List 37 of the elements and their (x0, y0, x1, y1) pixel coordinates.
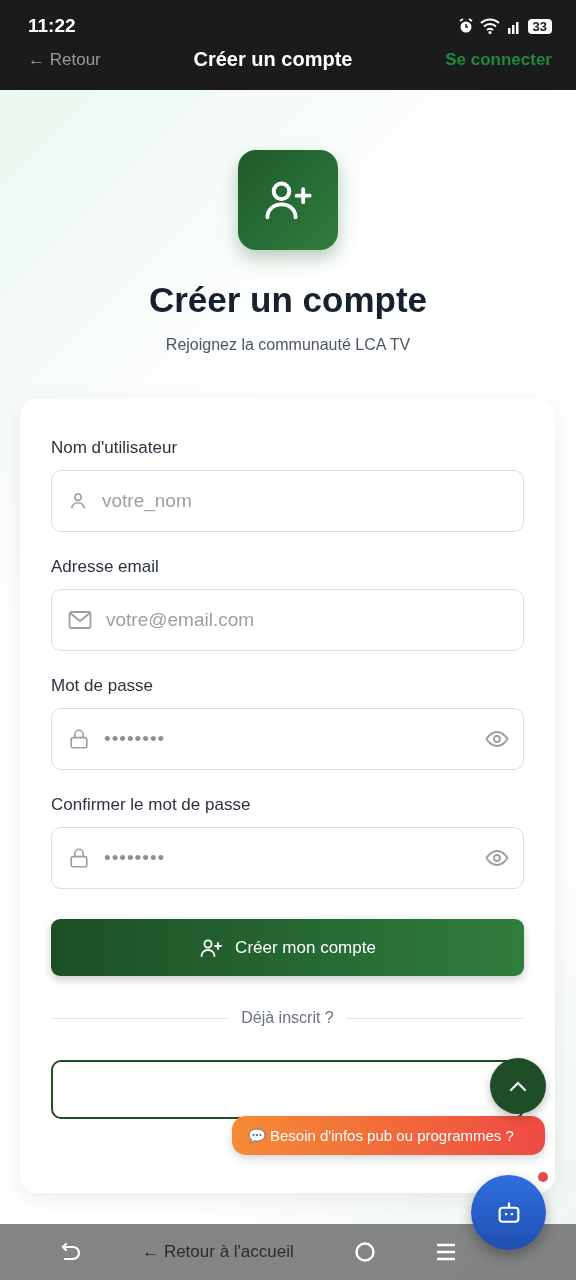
chat-tooltip[interactable]: Besoin d'infos pub ou programmes ? (232, 1116, 545, 1155)
input-field[interactable]: votre@email.com (51, 589, 524, 651)
page-title: Créer un compte (148, 280, 428, 320)
alarm-icon (457, 18, 474, 34)
password-value: •••••••• (104, 847, 166, 869)
input-field[interactable]: •••••••• (51, 827, 524, 889)
wifi-icon (479, 18, 500, 34)
field-label: Adresse email (51, 557, 160, 577)
back-link[interactable]: ← Retour (28, 49, 101, 70)
lock-icon (68, 728, 90, 750)
field-label: Nom d'utilisateur (51, 438, 179, 458)
battery-level: 33 (527, 18, 552, 34)
placeholder-text: votre_nom (102, 490, 192, 512)
chevron-up-icon (509, 1080, 527, 1092)
home-link[interactable]: ← Retour à l'accueil (142, 1242, 294, 1262)
user-icon (68, 491, 88, 511)
eye-icon[interactable] (485, 730, 509, 748)
header-title: Créer un compte (193, 48, 353, 71)
divider-text: Déjà inscrit ? (241, 1009, 334, 1027)
home-circle-icon[interactable] (353, 1241, 376, 1263)
field-label: Mot de passe (51, 676, 155, 696)
page-subtitle: Rejoignez la communauté LCA TV (165, 336, 411, 354)
mail-icon (68, 610, 92, 630)
chat-bubble-icon (248, 1127, 266, 1144)
status-time: 11:22 (28, 15, 76, 37)
lock-icon (68, 847, 90, 869)
placeholder-text: votre@email.com (106, 609, 255, 631)
input-field[interactable]: votre_nom (51, 470, 524, 532)
field-label: Confirmer le mot de passe (51, 795, 252, 815)
login-link[interactable]: Se connecter (445, 49, 552, 70)
eye-icon[interactable] (485, 849, 509, 867)
back-gesture-icon[interactable] (60, 1241, 83, 1263)
menu-icon[interactable] (435, 1242, 456, 1262)
input-field[interactable]: •••••••• (51, 708, 524, 770)
password-value: •••••••• (104, 728, 166, 750)
create-account-button[interactable]: Créer mon compte (51, 919, 524, 976)
tooltip-text: Besoin d'infos pub ou programmes ? (270, 1127, 514, 1144)
